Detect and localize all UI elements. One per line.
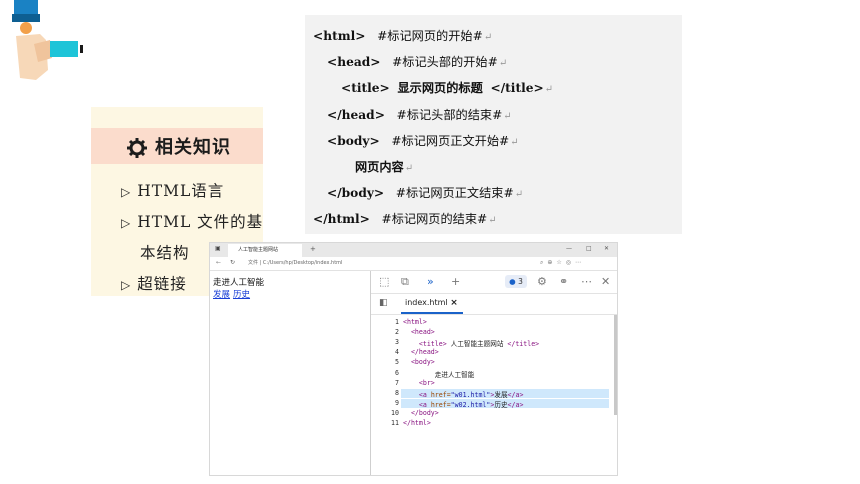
new-tab-icon[interactable]: + [310,245,316,253]
code-line-content: 网页内容↵ [355,160,414,174]
knowledge-item-html-language: ▷ HTML语言 [121,182,225,200]
address-input[interactable]: 文件 | C:/Users/hp/Desktop/index.html [248,259,342,266]
back-icon[interactable]: ← [216,259,221,266]
knowledge-item-hyperlink: ▷ 超链接 [121,275,187,293]
source-line[interactable]: <a href="w02.html">历史</a> [403,399,524,409]
toolbar-icons[interactable]: ⌕⊕☆◎⋯ [540,259,585,267]
line-number: 2 [395,328,399,337]
close-window-icon[interactable]: ✕ [604,245,609,252]
code-line-html-close: </html> #标记网页的结束#↵ [313,212,497,226]
related-knowledge-header: 相关知识 [91,128,263,164]
source-editor[interactable]: 1 <html> 2 <head> 3 <title> 人工智能主题网站 </titl… [371,315,617,475]
code-line-body-close: </body> #标记网页正文结束#↵ [327,186,524,200]
source-line[interactable]: <body> [403,358,435,366]
close-file-icon[interactable]: × [450,298,458,308]
more-options-icon[interactable]: ⋯ [581,275,592,288]
line-number: 9 [395,398,399,407]
source-line[interactable]: <title> 人工智能主题网站 </title> [403,338,539,348]
source-line[interactable]: 走进人工智能 [403,369,475,379]
line-number: 7 [395,378,399,387]
source-line[interactable]: <br> [403,379,435,387]
source-line[interactable]: </body> [403,409,439,417]
line-number: 11 [391,419,399,427]
editor-scrollbar[interactable] [614,315,617,415]
browser-tab[interactable]: 人工智能主题网站 [228,244,302,257]
knowledge-item-html-structure: ▷ HTML 文件的基 [121,213,264,231]
link-history[interactable]: 历史 [233,288,250,300]
maximize-icon[interactable]: □ [586,245,592,252]
hand-pointer-logo [12,0,83,80]
source-line[interactable]: </head> [403,348,439,356]
line-number: 5 [395,358,399,367]
browser-window: ▣ 人工智能主题网站 + — □ ✕ ← ↻ 文件 | C:/Users/hp/… [209,242,618,476]
close-devtools-icon[interactable]: ✕ [601,275,610,288]
devtools-panel: ⬚ ⧉ » + ● 3 ⚙ ⚭ ⋯ ✕ ◧ index.html × 1 <htm… [370,271,617,475]
line-number: 1 [395,318,399,326]
source-line[interactable]: </html> [403,419,431,427]
source-line[interactable]: <head> [403,328,435,336]
address-bar: ← ↻ 文件 | C:/Users/hp/Desktop/index.html … [210,257,617,271]
source-line[interactable]: <html> [403,318,427,326]
inspect-icon[interactable]: ⬚ [379,275,389,288]
device-icon[interactable]: ⧉ [401,275,409,289]
link-development[interactable]: 发展 [213,288,230,300]
tab-actions-icon[interactable]: ▣ [215,245,221,252]
source-line[interactable]: <a href="w01.html">发展</a> [403,389,524,399]
line-number: 3 [395,338,399,347]
issues-badge[interactable]: ● 3 [505,275,527,288]
minimize-icon[interactable]: — [566,245,572,252]
gear-icon [127,138,147,158]
devtools-toolbar: ⬚ ⧉ » + ● 3 ⚙ ⚭ ⋯ ✕ [371,271,617,294]
related-knowledge-title: 相关知识 [155,137,231,158]
rendered-page: 走进人工智能 发展 历史 [210,271,370,475]
devtools-file-tabs: ◧ index.html × [371,294,617,315]
refresh-icon[interactable]: ↻ [230,259,235,266]
html-structure-code-box: <html> #标记网页的开始#↵ <head> #标记头部的开始#↵ <tit… [305,15,682,234]
file-tab-index[interactable]: index.html × [405,298,458,308]
code-line-head-close: </head> #标记头部的结束#↵ [327,108,512,122]
line-number: 10 [391,408,399,417]
code-line-body-open: <body> #标记网页正文开始#↵ [327,134,519,148]
page-heading: 走进人工智能 [213,278,265,288]
line-number: 4 [395,348,399,357]
knowledge-item-html-structure-cont: 本结构 [140,244,190,262]
code-line-head-open: <head> #标记头部的开始#↵ [327,55,508,69]
line-number: 6 [395,368,399,377]
code-line-html-open: <html> #标记网页的开始#↵ [313,29,493,43]
sidebar-toggle-icon[interactable]: ◧ [379,298,388,308]
code-line-title: <title> 显示网页的标题 </title>↵ [341,81,554,95]
share-icon[interactable]: ⚭ [559,275,568,288]
browser-tab-strip: ▣ 人工智能主题网站 + — □ ✕ [210,243,617,257]
add-panel-icon[interactable]: + [451,275,460,288]
more-tabs-icon[interactable]: » [427,275,434,288]
line-number: 8 [395,388,399,397]
settings-gear-icon[interactable]: ⚙ [537,275,547,288]
